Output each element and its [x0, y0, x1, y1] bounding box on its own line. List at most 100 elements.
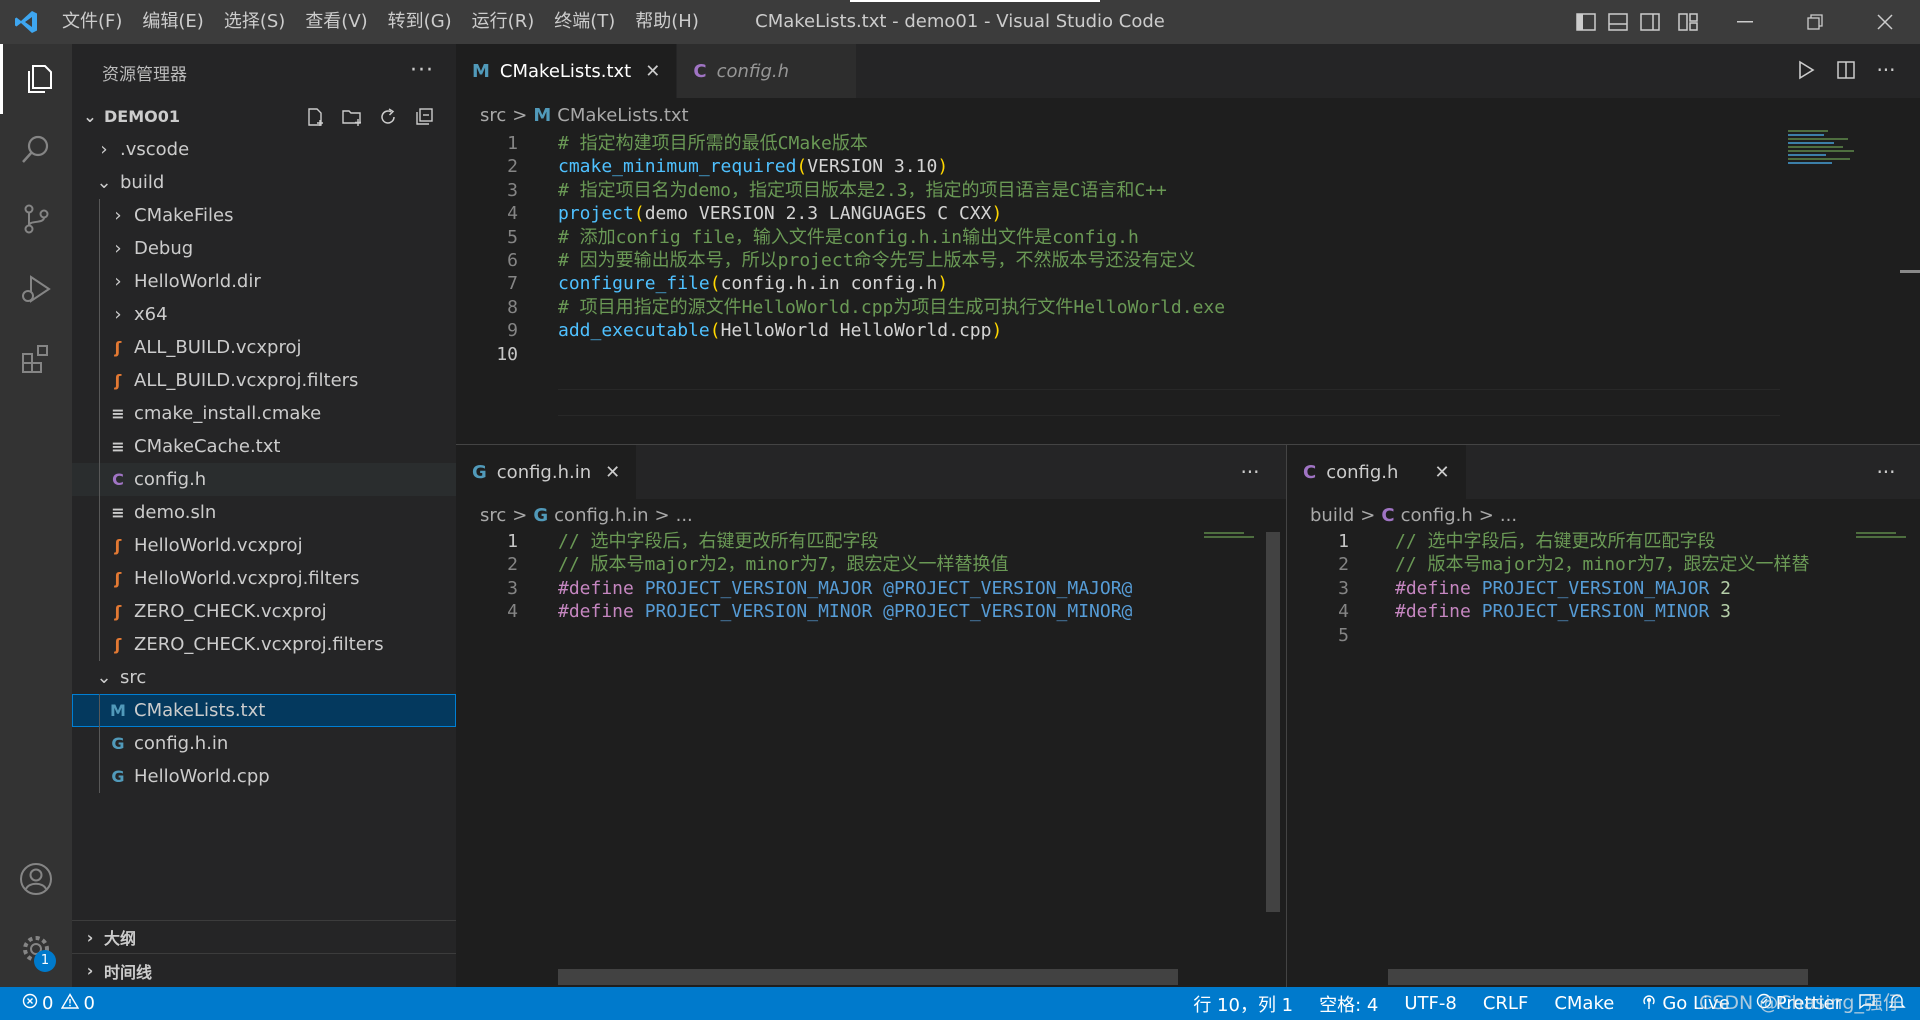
tree-file[interactable]: ʃ HelloWorld.vcxproj.filters	[72, 562, 456, 595]
tree-file[interactable]: ≡ demo.sln	[72, 496, 456, 529]
indent-guide	[99, 199, 100, 232]
cursor-position[interactable]: 行 10，列 1	[1193, 991, 1293, 1017]
indent-guide	[99, 694, 100, 727]
tree-folder[interactable]: › CMakeFiles	[72, 199, 456, 232]
menu-selection[interactable]: 选择(S)	[214, 0, 295, 44]
manage-gear-icon[interactable]: 1	[0, 914, 72, 984]
new-folder-icon[interactable]	[334, 104, 370, 130]
tree-item-label: CMakeLists.txt	[134, 700, 266, 721]
tree-item-label: .vscode	[120, 139, 190, 160]
code-token: (	[633, 203, 645, 225]
menu-go[interactable]: 转到(G)	[378, 0, 462, 44]
new-file-icon[interactable]	[298, 104, 334, 130]
tree-file[interactable]: G HelloWorld.cpp	[72, 760, 456, 793]
rss-file-icon: ʃ	[114, 635, 122, 654]
split-editor-icon[interactable]	[1826, 60, 1866, 80]
breadcrumb-file[interactable]: config.h	[1401, 505, 1473, 526]
code-editor-build-config-h[interactable]: 1// 选中字段后，右键更改所有匹配字段 2// 版本号major为2，minor…	[1287, 528, 1845, 968]
menu-terminal[interactable]: 终端(T)	[544, 0, 625, 44]
close-icon[interactable]: ✕	[605, 462, 620, 483]
close-window-icon[interactable]	[1850, 0, 1920, 44]
tab-label: CMakeLists.txt	[499, 60, 632, 82]
encoding[interactable]: UTF-8	[1404, 993, 1456, 1014]
breadcrumb-symbols[interactable]: ...	[1500, 505, 1517, 526]
collapse-all-icon[interactable]	[406, 104, 442, 130]
tree-folder[interactable]: › .vscode	[72, 133, 456, 166]
run-debug-icon[interactable]	[0, 254, 72, 324]
tab-build-config-h[interactable]: C config.h ✕	[1287, 445, 1467, 499]
minimize-icon[interactable]	[1710, 0, 1780, 44]
toggle-secondary-sidebar-icon[interactable]	[1634, 0, 1666, 44]
tab-cmakelists[interactable]: M CMakeLists.txt ✕	[456, 44, 678, 98]
tree-folder[interactable]: ⌄ build	[72, 166, 456, 199]
tree-file[interactable]: ≡ CMakeCache.txt	[72, 430, 456, 463]
timeline-section[interactable]: › 时间线	[72, 954, 456, 987]
source-control-icon[interactable]	[0, 184, 72, 254]
tree-folder[interactable]: › x64	[72, 298, 456, 331]
code-editor-config-h-in[interactable]: 1// 选中字段后，右键更改所有匹配字段 2// 版本号major为2，minor…	[456, 528, 1196, 968]
tab-config-h-in[interactable]: G config.h.in ✕	[456, 445, 638, 499]
tree-file[interactable]: Cconfig.h	[72, 463, 456, 496]
indent-guide	[99, 232, 100, 265]
refresh-icon[interactable]	[370, 104, 406, 130]
vertical-scrollbar[interactable]	[1266, 532, 1280, 912]
tab-config-h[interactable]: C config.h	[677, 44, 858, 98]
menu-file[interactable]: 文件(F)	[52, 0, 132, 44]
more-actions-icon[interactable]: ···	[1866, 460, 1906, 484]
tree-file[interactable]: ʃ HelloWorld.vcxproj	[72, 529, 456, 562]
accounts-icon[interactable]	[0, 844, 72, 914]
explorer-icon[interactable]	[0, 44, 72, 114]
horizontal-scrollbar[interactable]	[558, 969, 1178, 985]
tree-file[interactable]: ≡ cmake_install.cmake	[72, 397, 456, 430]
language-mode[interactable]: CMake	[1554, 993, 1614, 1014]
breadcrumb-symbols[interactable]: ...	[676, 505, 693, 526]
prettier-status[interactable]: Prettier CSDN @Chasing_强仔	[1699, 992, 1906, 1015]
more-actions-icon[interactable]: ···	[410, 58, 434, 83]
tree-file[interactable]: ʃ ZERO_CHECK.vcxproj.filters	[72, 628, 456, 661]
menu-view[interactable]: 查看(V)	[295, 0, 377, 44]
c-file-icon: C	[693, 60, 707, 82]
indentation[interactable]: 空格: 4	[1319, 991, 1378, 1017]
tree-folder[interactable]: ⌄ src	[72, 661, 456, 694]
menu-edit[interactable]: 编辑(E)	[132, 0, 213, 44]
horizontal-scrollbar[interactable]	[1388, 969, 1808, 985]
tree-file[interactable]: ʃ ALL_BUILD.vcxproj	[72, 331, 456, 364]
tree-folder[interactable]: › Debug	[72, 232, 456, 265]
tree-folder[interactable]: › HelloWorld.dir	[72, 265, 456, 298]
more-actions-icon[interactable]: ···	[1230, 460, 1270, 484]
toggle-sidebar-icon[interactable]	[1570, 0, 1602, 44]
problems-indicator[interactable]: 0 0	[0, 993, 95, 1014]
line-ending[interactable]: CRLF	[1483, 993, 1528, 1014]
breadcrumb-folder[interactable]: build	[1310, 505, 1354, 526]
extensions-icon[interactable]	[0, 324, 72, 394]
menu-help[interactable]: 帮助(H)	[625, 0, 709, 44]
run-icon[interactable]	[1786, 60, 1826, 80]
tree-file[interactable]: ʃ ZERO_CHECK.vcxproj	[72, 595, 456, 628]
settings-badge: 1	[34, 950, 56, 972]
vscode-logo-icon	[0, 0, 52, 44]
breadcrumb-folder[interactable]: src	[480, 505, 506, 526]
toggle-panel-icon[interactable]	[1602, 0, 1634, 44]
tree-file[interactable]: ʃ ALL_BUILD.vcxproj.filters	[72, 364, 456, 397]
c-file-icon: C	[1303, 461, 1317, 483]
breadcrumb-folder[interactable]: src	[480, 105, 506, 126]
menu-run[interactable]: 运行(R)	[462, 0, 545, 44]
more-actions-icon[interactable]: ···	[1866, 58, 1906, 82]
breadcrumb-file[interactable]: config.h.in	[554, 505, 648, 526]
search-icon[interactable]	[0, 114, 72, 184]
code-token: // 版本号major为2，minor为7，跟宏定义一样替换值	[558, 554, 1009, 576]
close-icon[interactable]: ✕	[645, 61, 660, 82]
workspace-root[interactable]: ⌄ DEMO01	[72, 100, 456, 133]
close-icon[interactable]: ✕	[1434, 462, 1449, 483]
tree-file[interactable]: Gconfig.h.in	[72, 727, 456, 760]
tree-item-label: ALL_BUILD.vcxproj.filters	[134, 370, 359, 391]
customize-layout-icon[interactable]	[1666, 0, 1710, 44]
cmake-file-icon: M	[472, 60, 490, 82]
broadcast-icon	[1640, 992, 1658, 1015]
breadcrumb-file[interactable]: CMakeLists.txt	[557, 105, 688, 126]
code-token: @PROJECT_VERSION_MAJOR@	[883, 577, 1133, 599]
outline-section[interactable]: › 大纲	[72, 921, 456, 954]
restore-icon[interactable]	[1780, 0, 1850, 44]
tree-file[interactable]: M CMakeLists.txt	[72, 694, 456, 727]
